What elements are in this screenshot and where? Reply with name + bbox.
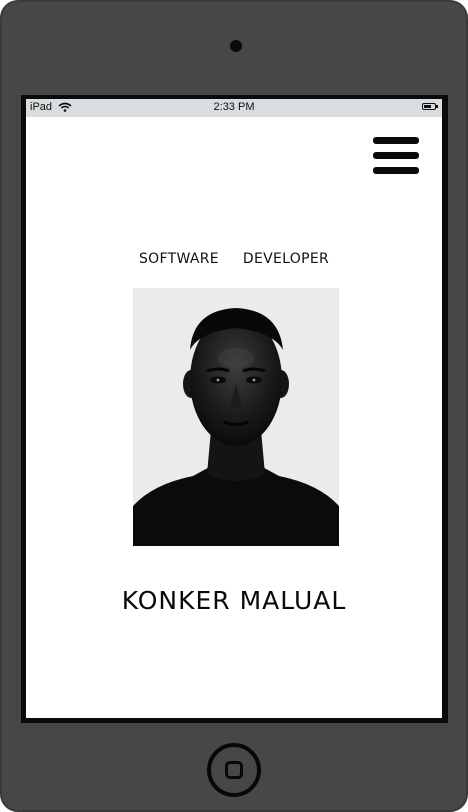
role-word-2: DEVELOPER xyxy=(242,251,329,267)
status-time: 2:33 PM xyxy=(213,101,255,113)
screen: iPad 2:33 PM SOFTWARE DEVELOPER KONKER M… xyxy=(26,99,442,718)
battery-fill xyxy=(424,105,431,108)
profile-role: SOFTWARE DEVELOPER xyxy=(26,251,442,267)
battery-icon xyxy=(422,103,438,110)
ipad-device-frame: iPad 2:33 PM SOFTWARE DEVELOPER KONKER M… xyxy=(0,0,468,812)
hamburger-menu-icon xyxy=(373,152,419,159)
profile-photo xyxy=(133,288,339,546)
status-right xyxy=(422,103,438,110)
status-bar: iPad 2:33 PM xyxy=(26,99,442,117)
home-square-icon xyxy=(225,761,243,779)
hamburger-menu-button[interactable] xyxy=(373,137,421,179)
home-button[interactable] xyxy=(207,743,261,797)
hamburger-menu-icon xyxy=(373,137,419,144)
hamburger-menu-icon xyxy=(373,167,419,174)
role-word-1: SOFTWARE xyxy=(139,251,219,267)
profile-name: KONKER MALUAL xyxy=(121,586,347,615)
portrait-illustration xyxy=(133,288,339,546)
front-camera xyxy=(230,40,242,52)
